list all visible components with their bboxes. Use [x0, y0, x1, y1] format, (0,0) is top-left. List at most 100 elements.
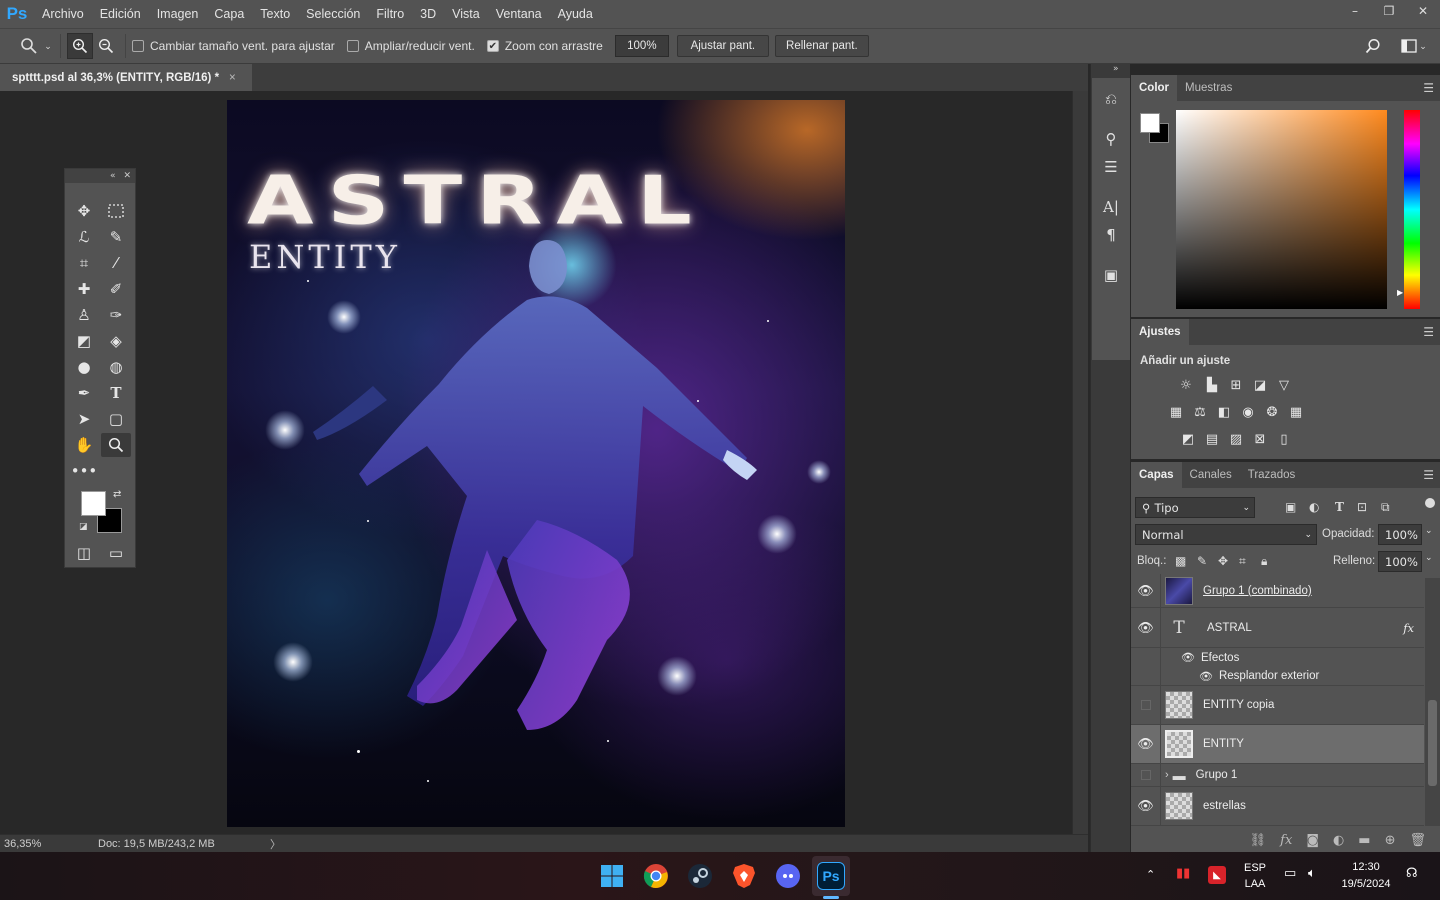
history-panel-icon[interactable]: ⎌ — [1092, 86, 1130, 112]
dodge-tool-icon[interactable]: ◍ — [101, 355, 131, 379]
curves-icon[interactable]: ⊞ — [1227, 377, 1245, 393]
default-colors-icon[interactable]: ◪ — [79, 522, 88, 532]
menu-imagen[interactable]: Imagen — [149, 0, 207, 28]
restore-button[interactable]: ❐ — [1372, 0, 1406, 22]
lock-position-icon[interactable]: ✥ — [1218, 554, 1228, 568]
visibility-eye-icon[interactable]: 👁︎ — [1131, 725, 1161, 763]
layer-filter-select[interactable]: ⚲ Tipo ⌄ — [1135, 497, 1255, 518]
crop-tool-icon[interactable]: ⌗ — [69, 251, 99, 275]
filter-pixel-icon[interactable]: ▣ — [1285, 500, 1296, 514]
chevron-right-icon[interactable]: › — [1165, 769, 1169, 781]
tab-paths[interactable]: Trazados — [1240, 462, 1304, 488]
discord-icon[interactable] — [774, 862, 802, 890]
layer-effects-row[interactable]: 👁︎ Efectos — [1131, 648, 1424, 667]
menu-ventana[interactable]: Ventana — [488, 0, 550, 28]
chevron-down-icon[interactable]: ⌄ — [1425, 526, 1433, 536]
steam-icon[interactable] — [686, 862, 714, 890]
minimize-button[interactable]: – — [1338, 0, 1372, 22]
close-tab-icon[interactable]: × — [229, 72, 236, 84]
search-icon[interactable] — [1360, 33, 1386, 59]
pen-tool-icon[interactable]: ✒ — [69, 381, 99, 405]
lock-pixels-icon[interactable]: ✎ — [1197, 554, 1207, 568]
brightness-contrast-icon[interactable]: ☼ — [1177, 377, 1195, 393]
fill-screen-button[interactable]: Rellenar pant. — [774, 35, 869, 57]
hue-slider[interactable] — [1404, 110, 1420, 309]
zoom-level-field[interactable]: 100% — [614, 35, 669, 57]
volume-icon[interactable]: 🔈︎ — [1308, 866, 1316, 881]
color-lookup-icon[interactable]: ▦ — [1287, 404, 1305, 420]
gradient-map-icon[interactable]: ▯ — [1275, 431, 1293, 447]
hue-saturation-icon[interactable]: ▦ — [1167, 404, 1185, 420]
menu-texto[interactable]: Texto — [252, 0, 298, 28]
language-bottom[interactable]: LAA — [1240, 878, 1270, 890]
layer-effect-outer-glow-row[interactable]: 👁︎ Resplandor exterior — [1131, 667, 1424, 686]
filter-smart-object-icon[interactable]: ⧉ — [1381, 500, 1390, 515]
document-tab[interactable]: sptttt.psd al 36,3% (ENTITY, RGB/16) * × — [0, 64, 252, 91]
fill-field[interactable]: 100% — [1378, 551, 1422, 572]
audio-app-icon[interactable]: ▮▮ — [1176, 866, 1190, 881]
marquee-tool-icon[interactable] — [101, 199, 131, 223]
status-zoom-field[interactable]: 36,35% — [0, 838, 48, 850]
quick-mask-icon[interactable]: ◫ — [69, 541, 99, 565]
language-top[interactable]: ESP — [1240, 862, 1270, 874]
fit-screen-button[interactable]: Ajustar pant. — [676, 35, 769, 57]
lasso-tool-icon[interactable]: ℒ — [69, 225, 99, 249]
photoshop-taskbar-icon[interactable]: Ps — [817, 862, 845, 890]
tab-adjustments[interactable]: Ajustes — [1131, 319, 1189, 345]
hand-tool-icon[interactable]: ✋ — [69, 433, 99, 457]
zoom-tool-preset-icon[interactable] — [16, 33, 42, 59]
clock-time[interactable]: 12:30 — [1336, 861, 1396, 873]
swap-colors-icon[interactable]: ⇄ — [113, 489, 121, 500]
posterize-icon[interactable]: ▤ — [1203, 431, 1221, 447]
zoom-all-option[interactable]: Ampliar/reducir vent. — [346, 39, 475, 53]
quick-selection-tool-icon[interactable]: ✎ — [101, 225, 131, 249]
channel-mixer-icon[interactable]: ❂ — [1263, 404, 1281, 420]
zoom-all-checkbox[interactable] — [346, 40, 359, 52]
path-selection-tool-icon[interactable]: ➤ — [69, 407, 99, 431]
layer-row-grupo-combinado[interactable]: 👁︎ Grupo 1 (combinado) — [1131, 574, 1424, 608]
menu-vista[interactable]: Vista — [444, 0, 488, 28]
visibility-toggle-off[interactable] — [1131, 764, 1161, 786]
visibility-eye-icon[interactable]: 👁︎ — [1131, 787, 1161, 825]
vibrance-icon[interactable]: ▽ — [1275, 377, 1293, 393]
filter-shape-icon[interactable]: ⊡ — [1357, 500, 1367, 514]
add-style-fx-icon[interactable]: fx — [1280, 833, 1292, 848]
filter-type-icon[interactable]: T — [1335, 500, 1344, 514]
menu-filtro[interactable]: Filtro — [368, 0, 412, 28]
layer-row-grupo-1[interactable]: › ▬ Grupo 1 — [1131, 764, 1424, 787]
menu-3d[interactable]: 3D — [412, 0, 444, 28]
panel-menu-icon[interactable]: ☰ — [1423, 325, 1434, 339]
panel-menu-icon[interactable]: ☰ — [1423, 468, 1434, 482]
chevron-down-icon[interactable]: ⌄ — [1416, 33, 1430, 59]
selective-color-icon[interactable]: ⊠ — [1251, 431, 1269, 447]
notification-icon[interactable]: ☊ — [1406, 866, 1418, 881]
chevron-down-icon[interactable]: ⌄ — [1425, 553, 1433, 563]
close-panel-icon[interactable]: ✕ — [123, 171, 131, 181]
more-tools-icon[interactable]: ••• — [69, 459, 99, 483]
status-menu-arrow-icon[interactable]: 〉 — [270, 836, 281, 852]
filter-toggle-icon[interactable] — [1425, 498, 1435, 508]
screen-mode-icon[interactable]: ▭ — [101, 541, 131, 565]
lock-artboard-icon[interactable]: ⌗ — [1239, 554, 1246, 569]
zoom-tool-icon[interactable] — [101, 433, 131, 457]
menu-seleccion[interactable]: Selección — [298, 0, 368, 28]
document-canvas[interactable]: ASTRAL ENTITY — [227, 100, 845, 827]
healing-brush-tool-icon[interactable]: ✚ — [69, 277, 99, 301]
collapse-icon[interactable]: « — [110, 171, 116, 181]
opacity-field[interactable]: 100% — [1378, 524, 1422, 545]
threshold-icon[interactable]: ▨ — [1227, 431, 1245, 447]
exposure-icon[interactable]: ◪ — [1251, 377, 1269, 393]
blur-tool-icon[interactable]: ● — [69, 355, 99, 379]
layers-scrollbar-thumb[interactable] — [1428, 700, 1437, 786]
foreground-color-chip[interactable] — [1140, 113, 1160, 133]
brush-tool-icon[interactable]: ✐ — [101, 277, 131, 301]
tab-swatches[interactable]: Muestras — [1177, 75, 1240, 101]
tab-layers[interactable]: Capas — [1131, 462, 1182, 488]
shape-tool-icon[interactable]: ▢ — [101, 407, 131, 431]
layer-row-entity-copia[interactable]: ENTITY copia — [1131, 686, 1424, 725]
canvas-vertical-scrollbar[interactable] — [1072, 91, 1088, 834]
zoom-in-icon[interactable] — [67, 33, 93, 59]
visibility-eye-icon[interactable]: 👁︎ — [1131, 608, 1161, 647]
levels-icon[interactable]: ▙ — [1203, 377, 1221, 393]
scrubby-zoom-checkbox[interactable]: ✔ — [486, 40, 499, 52]
